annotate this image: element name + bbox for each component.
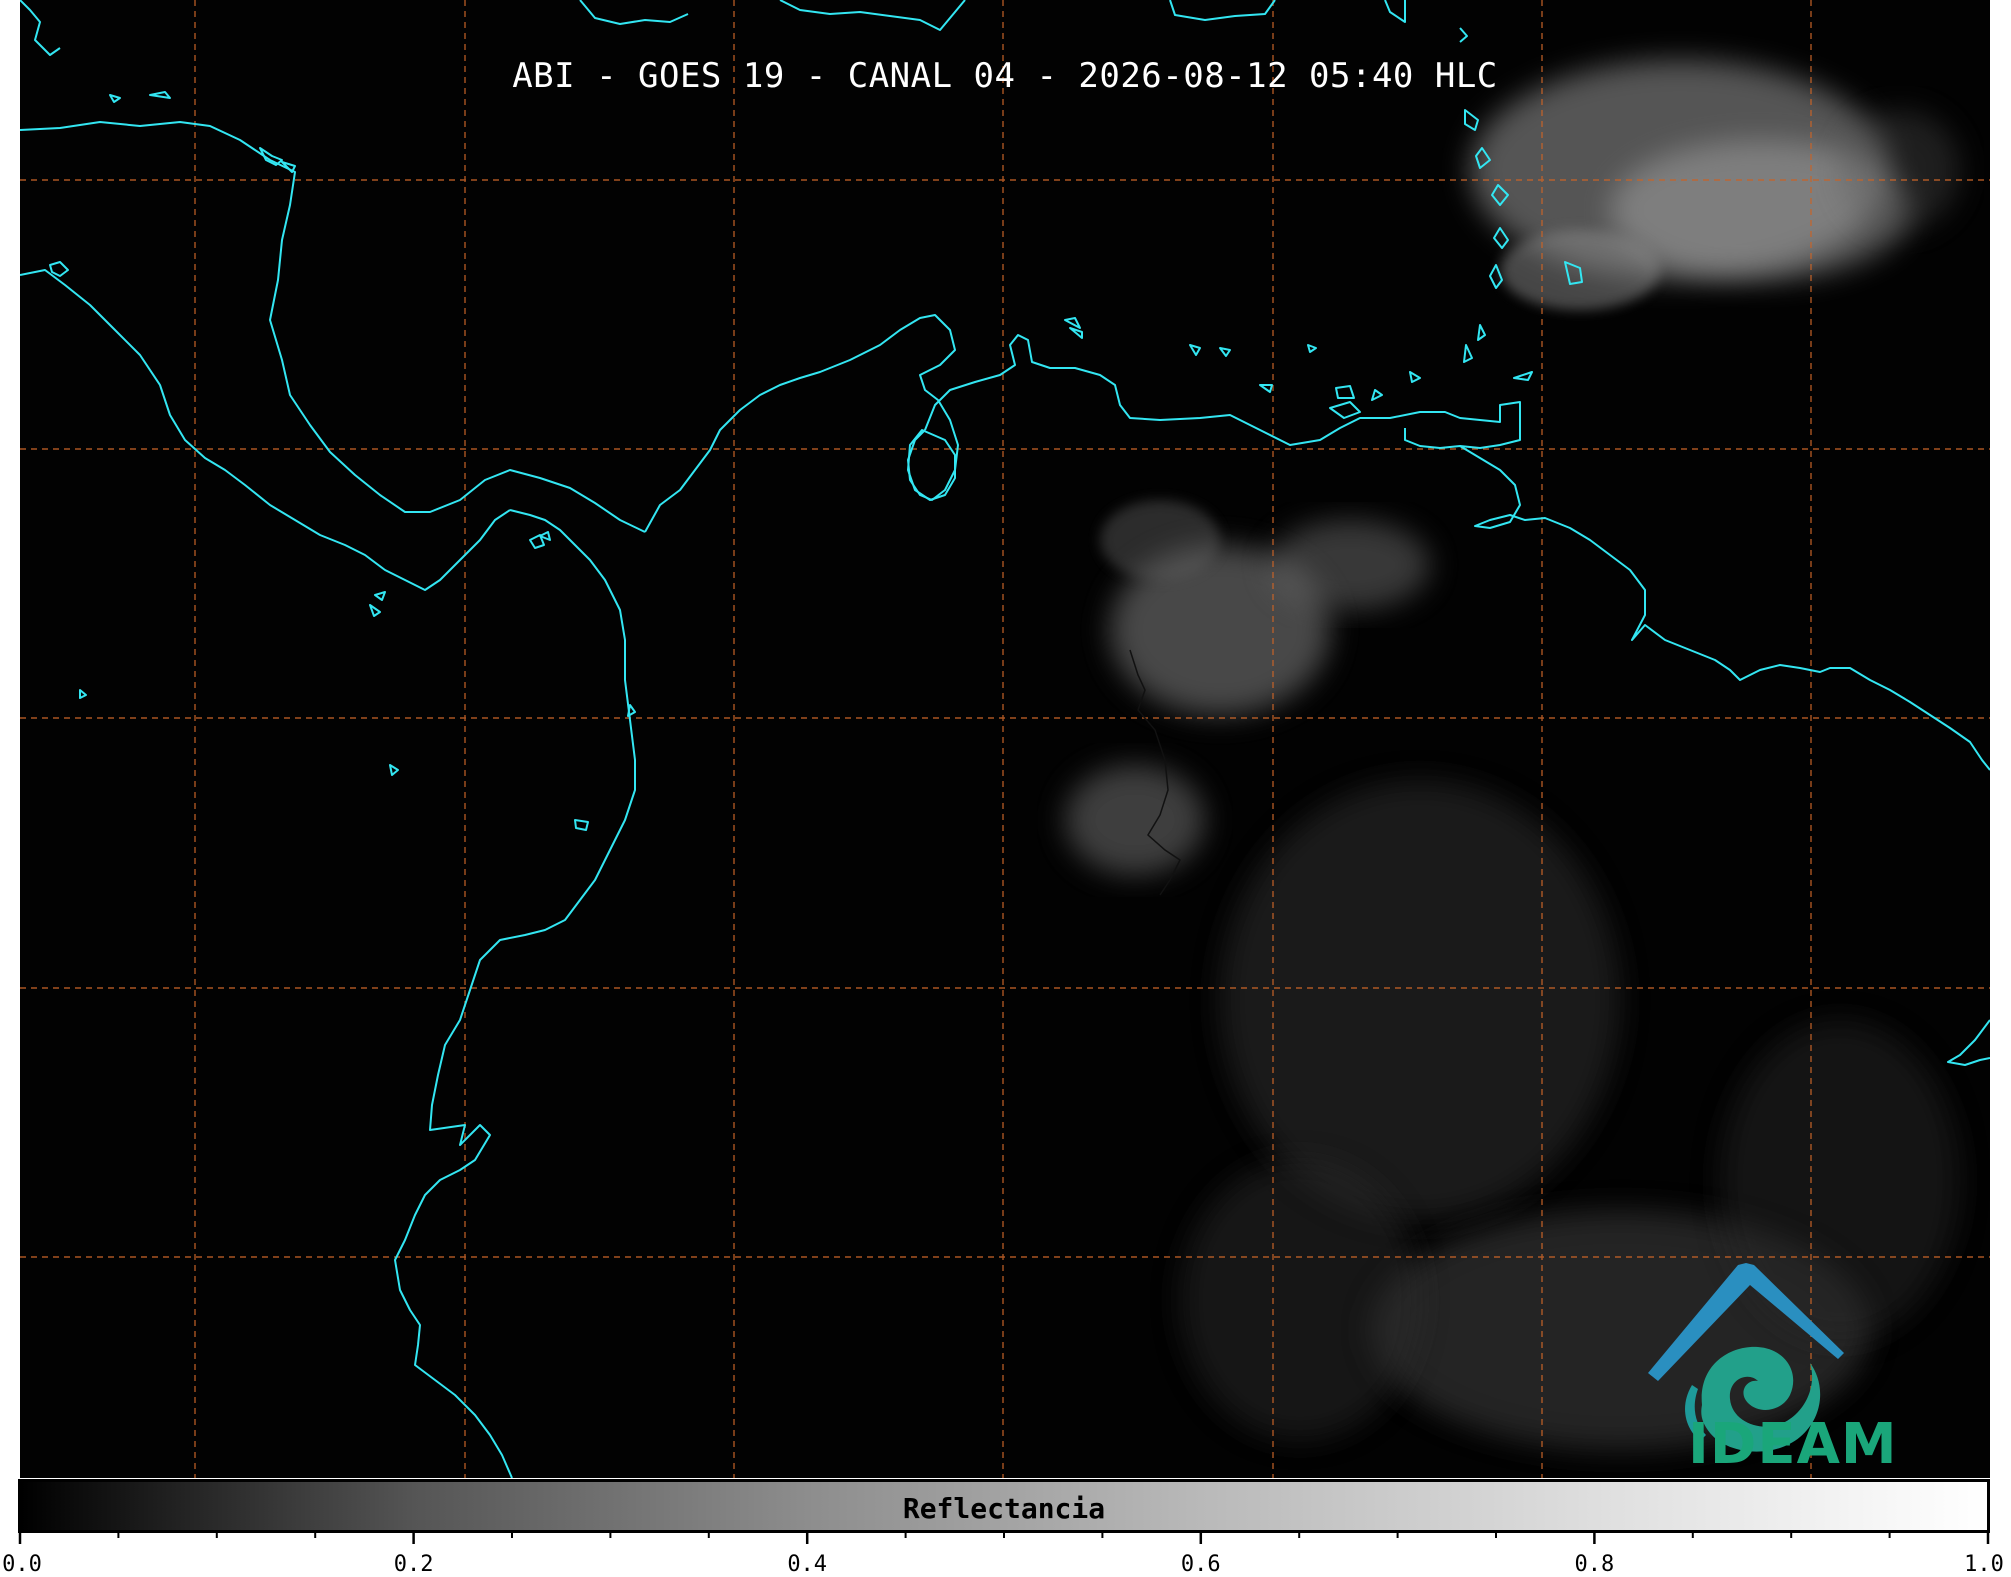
colorbar: Reflectancia bbox=[18, 1479, 1990, 1533]
satellite-map: ABI - GOES 19 - CANAL 04 - 2026-08-12 05… bbox=[20, 0, 1990, 1478]
colorbar-tick-label: 1.0 bbox=[1964, 1552, 2004, 1577]
colorbar-tick-label: 0.0 bbox=[2, 1552, 42, 1577]
colorbar-label: Reflectancia bbox=[902, 1492, 1106, 1525]
colorbar-tick-label: 0.8 bbox=[1574, 1552, 1615, 1577]
logo-text: IDEAM bbox=[1688, 1412, 1898, 1477]
cloud-field bbox=[1065, 60, 1960, 1450]
colorbar-tick-label: 0.2 bbox=[393, 1552, 434, 1577]
colorbar-tick-label: 0.4 bbox=[787, 1552, 828, 1577]
colorbar-ticks bbox=[18, 1530, 1990, 1544]
colorbar-tick-label: 0.6 bbox=[1180, 1552, 1221, 1577]
map-title: ABI - GOES 19 - CANAL 04 - 2026-08-12 05… bbox=[512, 56, 1498, 96]
